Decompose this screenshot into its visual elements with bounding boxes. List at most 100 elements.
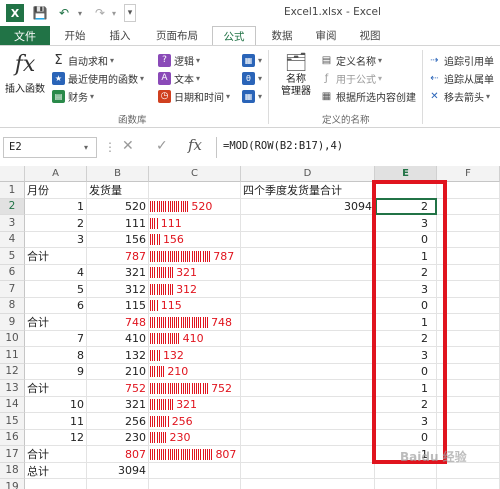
- cell-c2[interactable]: 520: [150, 199, 242, 216]
- cell-b18[interactable]: 3094: [87, 463, 149, 480]
- cell-c9[interactable]: 748: [150, 314, 242, 331]
- cell-c15[interactable]: 256: [150, 413, 242, 430]
- insert-function-button[interactable]: fx 插入函数: [4, 52, 46, 104]
- undo-icon[interactable]: ↶: [56, 4, 72, 22]
- row-header[interactable]: 5: [0, 248, 25, 265]
- name-box[interactable]: E2: [3, 137, 97, 158]
- cell-d2[interactable]: 3094: [241, 199, 375, 216]
- cell-c8[interactable]: 115: [150, 298, 242, 315]
- redo-icon[interactable]: ↷: [92, 4, 108, 22]
- cell-b8[interactable]: 115: [87, 298, 149, 315]
- tab-formulas[interactable]: 公式: [212, 26, 256, 45]
- row-header[interactable]: 12: [0, 363, 25, 380]
- cell-a17[interactable]: 合计: [25, 446, 87, 463]
- cell-a16[interactable]: 12: [25, 430, 87, 447]
- row-header[interactable]: 4: [0, 231, 25, 248]
- row-header[interactable]: 14: [0, 396, 25, 413]
- row-header[interactable]: 18: [0, 462, 25, 479]
- logical-button[interactable]: ? 逻辑 ▾: [158, 52, 200, 68]
- cell-a12[interactable]: 9: [25, 364, 87, 381]
- cell-a3[interactable]: 2: [25, 215, 87, 232]
- tab-data[interactable]: 数据: [262, 26, 302, 45]
- cell-b9[interactable]: 748: [87, 314, 149, 331]
- cell-a2[interactable]: 1: [25, 199, 87, 216]
- trace-precedents-button[interactable]: ⇢ 追踪引用单: [428, 52, 494, 68]
- row-header[interactable]: 6: [0, 264, 25, 281]
- more-functions-button[interactable]: ▦ ▾: [242, 88, 262, 104]
- cell-a15[interactable]: 11: [25, 413, 87, 430]
- cell-b6[interactable]: 321: [87, 265, 149, 282]
- cell-a14[interactable]: 10: [25, 397, 87, 414]
- column-header-b[interactable]: B: [87, 166, 149, 182]
- tab-file[interactable]: 文件: [0, 26, 50, 45]
- create-from-selection-button[interactable]: ▦ 根据所选内容创建: [320, 88, 416, 104]
- financial-button[interactable]: ▤ 财务 ▾: [52, 88, 94, 104]
- cell-d1[interactable]: 四个季度发货量合计: [241, 182, 375, 199]
- cell-a7[interactable]: 5: [25, 281, 87, 298]
- cell-b11[interactable]: 132: [87, 347, 149, 364]
- column-header-c[interactable]: C: [149, 166, 241, 182]
- column-header-a[interactable]: A: [25, 166, 87, 182]
- cell-a13[interactable]: 合计: [25, 380, 87, 397]
- enter-icon[interactable]: ✓: [156, 138, 168, 154]
- cell-a5[interactable]: 合计: [25, 248, 87, 265]
- row-header[interactable]: 17: [0, 446, 25, 463]
- cell-c12[interactable]: 210: [150, 364, 242, 381]
- cell-a6[interactable]: 4: [25, 265, 87, 282]
- autosum-button[interactable]: Σ 自动求和 ▾: [52, 52, 114, 68]
- cell-a9[interactable]: 合计: [25, 314, 87, 331]
- cell-c16[interactable]: 230: [150, 430, 242, 447]
- cell-b3[interactable]: 111: [87, 215, 149, 232]
- cell-c5[interactable]: 787: [150, 248, 242, 265]
- select-all-corner[interactable]: [0, 166, 25, 182]
- text-button[interactable]: A 文本 ▾: [158, 70, 200, 86]
- customize-qat-icon[interactable]: ▾: [124, 4, 136, 22]
- cell-b12[interactable]: 210: [87, 364, 149, 381]
- row-header[interactable]: 1: [0, 182, 25, 199]
- chevron-down-icon[interactable]: ▾: [84, 143, 88, 152]
- tab-page-layout[interactable]: 页面布局: [146, 26, 208, 45]
- tab-home[interactable]: 开始: [55, 26, 95, 45]
- cell-b1[interactable]: 发货量: [87, 182, 149, 199]
- cell-c17[interactable]: 807: [150, 446, 242, 463]
- cell-a18[interactable]: 总计: [25, 463, 87, 480]
- undo-dropdown-icon[interactable]: ▾: [76, 4, 84, 22]
- tab-insert[interactable]: 插入: [100, 26, 140, 45]
- math-trig-button[interactable]: θ ▾: [242, 70, 262, 86]
- row-header[interactable]: 10: [0, 330, 25, 347]
- trace-dependents-button[interactable]: ⇠ 追踪从属单: [428, 70, 494, 86]
- formula-input[interactable]: =MOD(ROW(B2:B17),4): [216, 137, 500, 158]
- cell-b2[interactable]: 520: [87, 199, 149, 216]
- cell-a8[interactable]: 6: [25, 298, 87, 315]
- cell-b5[interactable]: 787: [87, 248, 149, 265]
- column-header-d[interactable]: D: [241, 166, 375, 182]
- cell-c6[interactable]: 321: [150, 265, 242, 282]
- name-manager-button[interactable]: 🗂 名称 管理器: [274, 52, 318, 108]
- cell-b10[interactable]: 410: [87, 331, 149, 348]
- cell-c7[interactable]: 312: [150, 281, 242, 298]
- cell-c13[interactable]: 752: [150, 380, 242, 397]
- cancel-icon[interactable]: ✕: [122, 138, 134, 154]
- use-in-formula-button[interactable]: ƒ 用于公式 ▾: [320, 70, 382, 86]
- cell-c14[interactable]: 321: [150, 397, 242, 414]
- cell-a4[interactable]: 3: [25, 232, 87, 249]
- cell-c11[interactable]: 132: [150, 347, 242, 364]
- row-header[interactable]: 13: [0, 380, 25, 397]
- cell-c10[interactable]: 410: [150, 331, 242, 348]
- cell-b17[interactable]: 807: [87, 446, 149, 463]
- cell-b4[interactable]: 156: [87, 232, 149, 249]
- row-header[interactable]: 9: [0, 314, 25, 331]
- row-header[interactable]: 3: [0, 215, 25, 232]
- cell-b16[interactable]: 230: [87, 430, 149, 447]
- cell-a11[interactable]: 8: [25, 347, 87, 364]
- remove-arrows-button[interactable]: ✕ 移去箭头 ▾: [428, 88, 490, 104]
- recently-used-button[interactable]: ★ 最近使用的函数 ▾: [52, 70, 144, 86]
- row-header[interactable]: 2: [0, 198, 25, 215]
- cell-b7[interactable]: 312: [87, 281, 149, 298]
- redo-dropdown-icon[interactable]: ▾: [110, 4, 118, 22]
- cell-b13[interactable]: 752: [87, 380, 149, 397]
- row-header[interactable]: 8: [0, 297, 25, 314]
- datetime-button[interactable]: ◷ 日期和时间 ▾: [158, 88, 230, 104]
- lookup-reference-button[interactable]: ▦ ▾: [242, 52, 262, 68]
- row-header[interactable]: 11: [0, 347, 25, 364]
